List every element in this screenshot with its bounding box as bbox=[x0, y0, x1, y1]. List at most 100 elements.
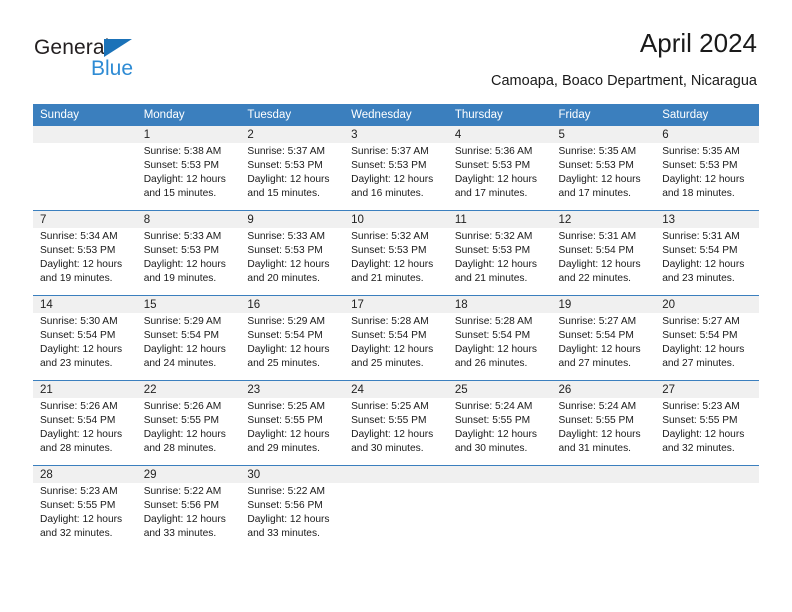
calendar-day-cell[interactable]: 21 Sunrise: 5:26 AM Sunset: 5:54 PM Dayligh… bbox=[33, 380, 137, 466]
day-cell-details: Sunrise: 5:33 AM Sunset: 5:53 PM Daylight:… bbox=[137, 228, 241, 286]
calendar-day-cell[interactable]: 12 Sunrise: 5:31 AM Sunset: 5:54 PM Dayligh… bbox=[551, 210, 656, 296]
sunset-text: Sunset: 5:54 PM bbox=[247, 330, 323, 342]
day-number bbox=[33, 126, 137, 143]
day-cell-details: Sunrise: 5:24 AM Sunset: 5:55 PM Daylight:… bbox=[552, 398, 656, 456]
calendar-day-cell[interactable]: 28 Sunrise: 5:23 AM Sunset: 5:55 PM Dayligh… bbox=[33, 465, 137, 550]
calendar-day-cell[interactable]: 23 Sunrise: 5:25 AM Sunset: 5:55 PM Dayligh… bbox=[240, 380, 345, 466]
calendar-day-cell[interactable]: 6 Sunrise: 5:35 AM Sunset: 5:53 PM Daylight… bbox=[655, 126, 759, 211]
calendar-day-cell[interactable]: 19 Sunrise: 5:27 AM Sunset: 5:54 PM Dayligh… bbox=[551, 295, 656, 381]
sunrise-text: Sunrise: 5:36 AM bbox=[454, 146, 533, 157]
day-cell-details: Sunrise: 5:30 AM Sunset: 5:54 PM Daylight:… bbox=[33, 313, 137, 371]
calendar-day-cell[interactable]: 10 Sunrise: 5:32 AM Sunset: 5:53 PM Dayligh… bbox=[344, 210, 448, 296]
day-number: 21 bbox=[33, 381, 137, 398]
daylight-text-line1: Daylight: 12 hours bbox=[40, 259, 123, 271]
sunset-text: Sunset: 5:55 PM bbox=[454, 415, 531, 427]
day-number: 30 bbox=[240, 466, 345, 483]
sunrise-text: Sunrise: 5:35 AM bbox=[662, 146, 740, 157]
calendar-day-cell[interactable]: 14 Sunrise: 5:30 AM Sunset: 5:54 PM Dayligh… bbox=[33, 295, 137, 381]
daylight-text-line2: and 19 minutes. bbox=[40, 273, 113, 285]
daylight-text-line1: Daylight: 12 hours bbox=[143, 429, 226, 441]
sunset-text: Sunset: 5:55 PM bbox=[351, 415, 427, 427]
sunrise-text: Sunrise: 5:22 AM bbox=[143, 486, 222, 497]
daylight-text-line2: and 27 minutes. bbox=[558, 358, 632, 370]
calendar-day-cell[interactable]: 13 Sunrise: 5:31 AM Sunset: 5:54 PM Dayligh… bbox=[655, 210, 759, 296]
day-cell-details: Sunrise: 5:31 AM Sunset: 5:54 PM Daylight:… bbox=[655, 228, 759, 286]
daylight-text-line2: and 16 minutes. bbox=[351, 188, 424, 200]
calendar-day-cell[interactable]: 8 Sunrise: 5:33 AM Sunset: 5:53 PM Daylight… bbox=[136, 210, 241, 296]
day-cell-inner: 20 Sunrise: 5:27 AM Sunset: 5:54 PM Dayligh… bbox=[655, 296, 759, 380]
daylight-text-line1: Daylight: 12 hours bbox=[143, 344, 226, 356]
calendar-day-cell[interactable]: 5 Sunrise: 5:35 AM Sunset: 5:53 PM Daylight… bbox=[551, 126, 656, 211]
day-cell-inner: 7 Sunrise: 5:34 AM Sunset: 5:53 PM Daylight… bbox=[33, 211, 137, 295]
sunset-text: Sunset: 5:53 PM bbox=[143, 245, 220, 257]
calendar-day-cell[interactable]: 25 Sunrise: 5:24 AM Sunset: 5:55 PM Dayligh… bbox=[447, 380, 552, 466]
day-cell-details: Sunrise: 5:33 AM Sunset: 5:53 PM Daylight:… bbox=[240, 228, 344, 286]
weekday-header-friday: Friday bbox=[551, 104, 656, 126]
day-cell-details: Sunrise: 5:29 AM Sunset: 5:54 PM Daylight:… bbox=[240, 313, 344, 371]
day-cell-inner: 16 Sunrise: 5:29 AM Sunset: 5:54 PM Dayligh… bbox=[240, 296, 345, 380]
calendar-day-cell[interactable]: 16 Sunrise: 5:29 AM Sunset: 5:54 PM Dayligh… bbox=[240, 295, 345, 381]
daylight-text-line2: and 29 minutes. bbox=[247, 443, 320, 455]
daylight-text-line2: and 27 minutes. bbox=[662, 358, 735, 370]
calendar-day-cell[interactable]: 27 Sunrise: 5:23 AM Sunset: 5:55 PM Dayligh… bbox=[655, 380, 759, 466]
day-number: 29 bbox=[136, 466, 241, 483]
daylight-text-line2: and 25 minutes. bbox=[351, 358, 424, 370]
sunrise-text: Sunrise: 5:26 AM bbox=[143, 401, 222, 412]
general-blue-logo[interactable]: General Blue bbox=[34, 36, 184, 92]
calendar-day-cell[interactable]: 9 Sunrise: 5:33 AM Sunset: 5:53 PM Daylight… bbox=[240, 210, 345, 296]
calendar-day-cell[interactable]: 15 Sunrise: 5:29 AM Sunset: 5:54 PM Dayligh… bbox=[136, 295, 241, 381]
day-number: 6 bbox=[655, 126, 759, 143]
calendar-day-cell[interactable]: 22 Sunrise: 5:26 AM Sunset: 5:55 PM Dayligh… bbox=[136, 380, 241, 466]
daylight-text-line1: Daylight: 12 hours bbox=[662, 174, 745, 186]
day-cell-details: Sunrise: 5:22 AM Sunset: 5:56 PM Daylight:… bbox=[240, 483, 344, 541]
sunset-text: Sunset: 5:54 PM bbox=[662, 245, 738, 257]
day-cell-inner: 10 Sunrise: 5:32 AM Sunset: 5:53 PM Dayligh… bbox=[344, 211, 448, 295]
day-number: 26 bbox=[551, 381, 656, 398]
daylight-text-line2: and 17 minutes. bbox=[454, 188, 528, 200]
calendar-day-cell[interactable]: 2 Sunrise: 5:37 AM Sunset: 5:53 PM Daylight… bbox=[240, 126, 345, 211]
day-number: 7 bbox=[33, 211, 137, 228]
day-cell-inner: 11 Sunrise: 5:32 AM Sunset: 5:53 PM Dayligh… bbox=[447, 211, 552, 295]
calendar-day-cell[interactable]: 3 Sunrise: 5:37 AM Sunset: 5:53 PM Daylight… bbox=[344, 126, 448, 211]
day-cell-inner bbox=[344, 466, 448, 550]
calendar-day-cell[interactable]: 7 Sunrise: 5:34 AM Sunset: 5:53 PM Daylight… bbox=[33, 210, 137, 296]
daylight-text-line1: Daylight: 12 hours bbox=[143, 259, 226, 271]
daylight-text-line2: and 22 minutes. bbox=[558, 273, 632, 285]
calendar-day-cell[interactable]: 30 Sunrise: 5:22 AM Sunset: 5:56 PM Dayligh… bbox=[240, 465, 345, 550]
daylight-text-line1: Daylight: 12 hours bbox=[351, 174, 434, 186]
sunrise-text: Sunrise: 5:27 AM bbox=[558, 316, 637, 327]
daylight-text-line1: Daylight: 12 hours bbox=[558, 174, 641, 186]
calendar-day-cell[interactable]: 1 Sunrise: 5:38 AM Sunset: 5:53 PM Daylight… bbox=[136, 126, 241, 211]
daylight-text-line1: Daylight: 12 hours bbox=[662, 344, 745, 356]
calendar-day-cell[interactable]: 20 Sunrise: 5:27 AM Sunset: 5:54 PM Dayligh… bbox=[655, 295, 759, 381]
weekday-header-saturday: Saturday bbox=[655, 104, 759, 126]
daylight-text-line2: and 31 minutes. bbox=[558, 443, 632, 455]
sunset-text: Sunset: 5:53 PM bbox=[558, 160, 634, 172]
daylight-text-line2: and 17 minutes. bbox=[558, 188, 632, 200]
daylight-text-line1: Daylight: 12 hours bbox=[143, 514, 226, 526]
calendar-day-cell[interactable]: 18 Sunrise: 5:28 AM Sunset: 5:54 PM Dayligh… bbox=[447, 295, 552, 381]
sunset-text: Sunset: 5:54 PM bbox=[454, 330, 531, 342]
sunrise-text: Sunrise: 5:22 AM bbox=[247, 486, 325, 497]
calendar-day-cell[interactable]: 4 Sunrise: 5:36 AM Sunset: 5:53 PM Daylight… bbox=[447, 126, 552, 211]
day-cell-details: Sunrise: 5:26 AM Sunset: 5:55 PM Daylight:… bbox=[137, 398, 241, 456]
calendar-day-cell[interactable]: 17 Sunrise: 5:28 AM Sunset: 5:54 PM Dayligh… bbox=[344, 295, 448, 381]
day-number: 24 bbox=[344, 381, 448, 398]
day-cell-inner: 26 Sunrise: 5:24 AM Sunset: 5:55 PM Dayligh… bbox=[551, 381, 656, 465]
day-number: 19 bbox=[551, 296, 656, 313]
calendar-day-cell[interactable]: 24 Sunrise: 5:25 AM Sunset: 5:55 PM Dayligh… bbox=[344, 380, 448, 466]
sunset-text: Sunset: 5:53 PM bbox=[351, 160, 427, 172]
sunset-text: Sunset: 5:56 PM bbox=[247, 500, 323, 512]
calendar-day-cell[interactable]: 11 Sunrise: 5:32 AM Sunset: 5:53 PM Dayligh… bbox=[447, 210, 552, 296]
calendar-day-cell[interactable]: 29 Sunrise: 5:22 AM Sunset: 5:56 PM Dayligh… bbox=[136, 465, 241, 550]
sunrise-text: Sunrise: 5:31 AM bbox=[558, 231, 637, 242]
triangle-icon bbox=[104, 39, 132, 57]
day-cell-details: Sunrise: 5:26 AM Sunset: 5:54 PM Daylight:… bbox=[33, 398, 137, 456]
daylight-text-line2: and 15 minutes. bbox=[247, 188, 320, 200]
sunrise-text: Sunrise: 5:35 AM bbox=[558, 146, 637, 157]
daylight-text-line1: Daylight: 12 hours bbox=[40, 429, 123, 441]
day-cell-inner: 25 Sunrise: 5:24 AM Sunset: 5:55 PM Dayligh… bbox=[447, 381, 552, 465]
day-cell-details: Sunrise: 5:38 AM Sunset: 5:53 PM Daylight:… bbox=[137, 143, 241, 201]
calendar-page: General Blue April 2024 Camoapa, Boaco D… bbox=[0, 0, 792, 612]
calendar-day-cell[interactable]: 26 Sunrise: 5:24 AM Sunset: 5:55 PM Dayligh… bbox=[551, 380, 656, 466]
